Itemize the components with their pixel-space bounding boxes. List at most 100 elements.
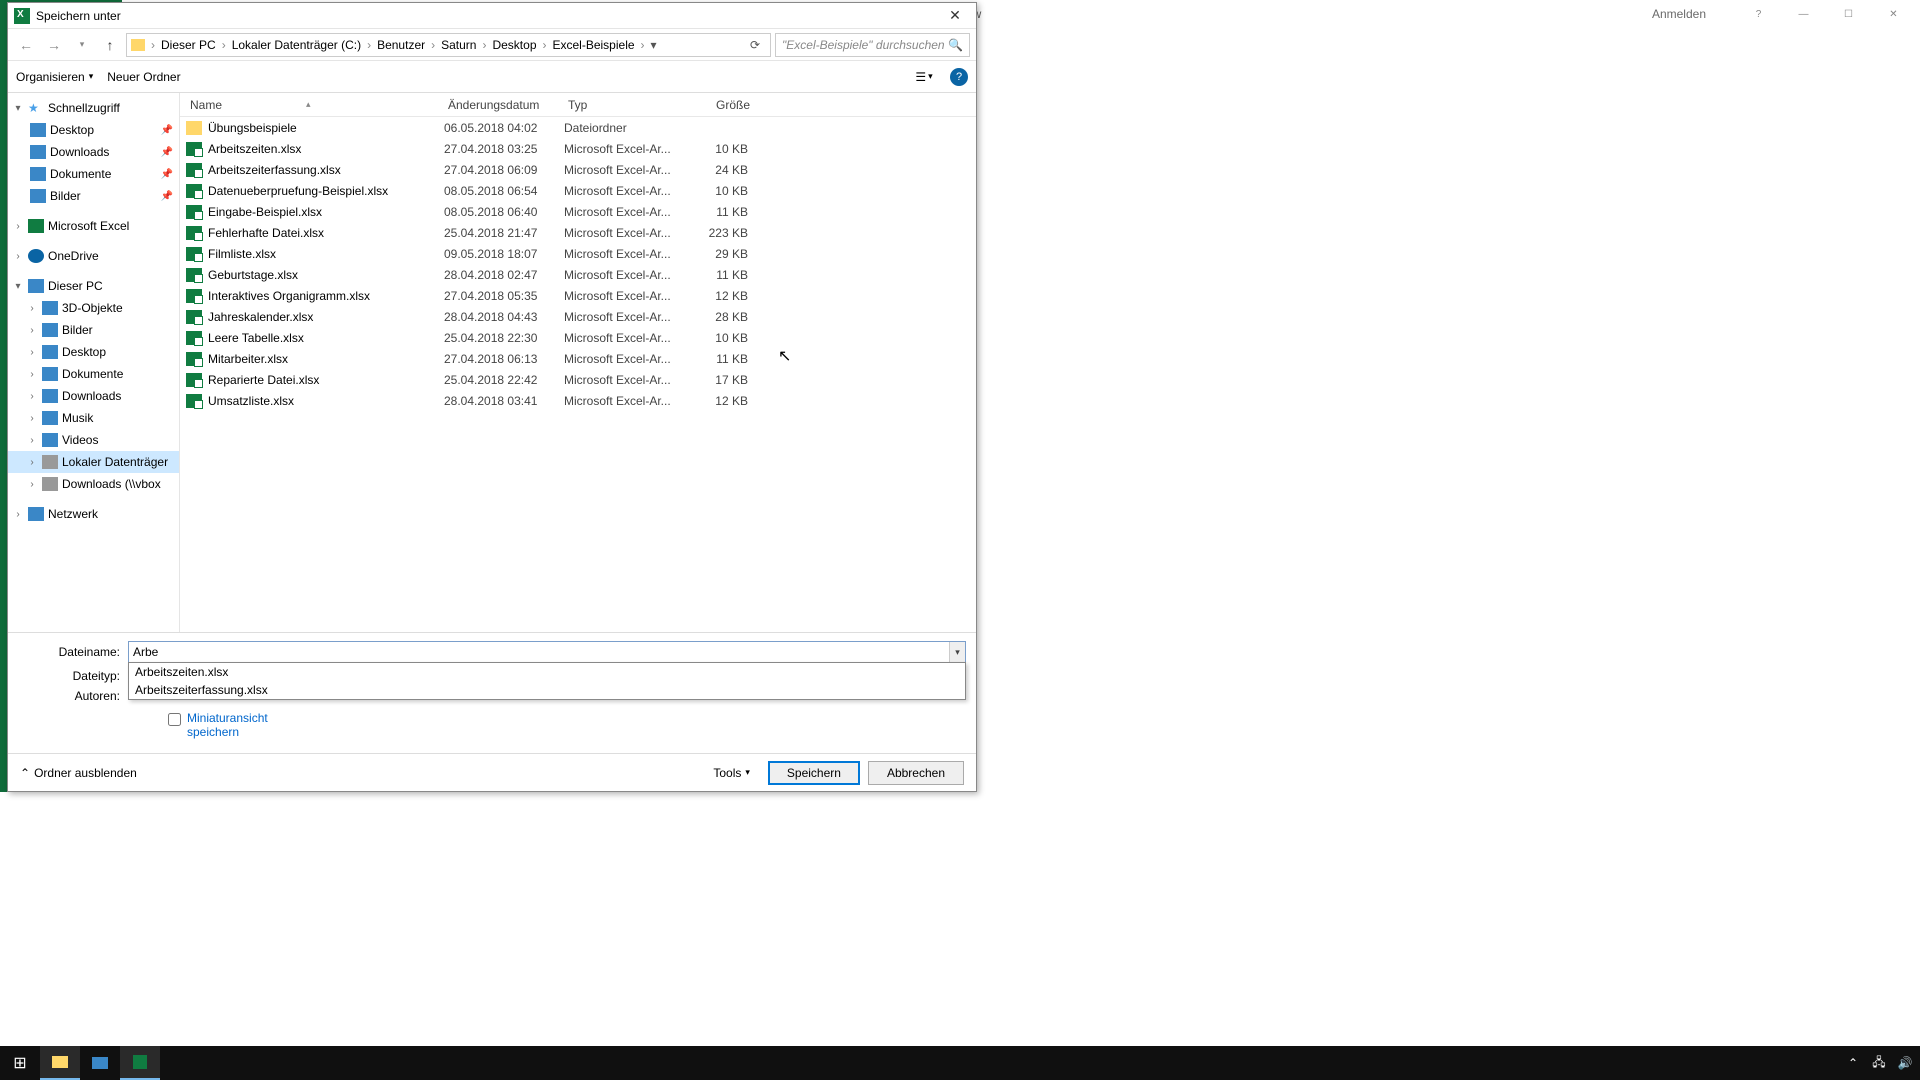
tree-downloads[interactable]: Downloads📌 <box>8 141 179 163</box>
help-icon[interactable]: ? <box>1736 3 1781 25</box>
tray-network-icon[interactable]: 🖧 <box>1868 1053 1890 1074</box>
file-row[interactable]: Leere Tabelle.xlsx25.04.2018 22:30Micros… <box>180 327 976 348</box>
taskbar-app[interactable] <box>80 1046 120 1080</box>
breadcrumb-seg[interactable]: Excel-Beispiele <box>549 38 639 52</box>
chevron-right-icon[interactable]: › <box>220 38 228 52</box>
file-row[interactable]: Arbeitszeiterfassung.xlsx27.04.2018 06:0… <box>180 159 976 180</box>
breadcrumb-seg[interactable]: Desktop <box>488 38 540 52</box>
tools-menu[interactable]: Tools ▾ <box>713 766 750 780</box>
breadcrumb-dropdown[interactable]: ▾ <box>647 38 661 52</box>
file-row[interactable]: Jahreskalender.xlsx28.04.2018 04:43Micro… <box>180 306 976 327</box>
file-row[interactable]: Filmliste.xlsx09.05.2018 18:07Microsoft … <box>180 243 976 264</box>
save-button[interactable]: Speichern <box>768 761 860 785</box>
column-headers[interactable]: Name▴ Änderungsdatum Typ Größe <box>180 93 976 117</box>
view-mode-button[interactable]: ☰ ▾ <box>906 66 942 88</box>
tree-onedrive[interactable]: ›OneDrive <box>8 245 179 267</box>
minimize-icon[interactable]: — <box>1781 3 1826 25</box>
tree-network[interactable]: ›Netzwerk <box>8 503 179 525</box>
chevron-right-icon[interactable]: › <box>639 38 647 52</box>
folder-tree[interactable]: ▾★Schnellzugriff Desktop📌 Downloads📌 Dok… <box>8 93 180 632</box>
breadcrumb-seg[interactable]: Lokaler Datenträger (C:) <box>228 38 365 52</box>
tree-music[interactable]: ›Musik <box>8 407 179 429</box>
file-date: 25.04.2018 21:47 <box>444 226 564 240</box>
breadcrumb-seg[interactable]: Saturn <box>437 38 480 52</box>
taskbar-file-explorer[interactable] <box>40 1046 80 1080</box>
autocomplete-option[interactable]: Arbeitszeiterfassung.xlsx <box>129 681 965 699</box>
tree-desktop[interactable]: Desktop📌 <box>8 119 179 141</box>
chevron-right-icon[interactable]: › <box>365 38 373 52</box>
filename-input[interactable] <box>128 641 966 663</box>
excel-file-icon <box>186 184 202 198</box>
file-row[interactable]: Mitarbeiter.xlsx27.04.2018 06:13Microsof… <box>180 348 976 369</box>
cancel-button[interactable]: Abbrechen <box>868 761 964 785</box>
autocomplete-option[interactable]: Arbeitszeiten.xlsx <box>129 663 965 681</box>
taskbar-excel[interactable] <box>120 1046 160 1080</box>
organize-menu[interactable]: Organisieren ▾ <box>16 70 93 84</box>
tree-pictures2[interactable]: ›Bilder <box>8 319 179 341</box>
start-button[interactable]: ⊞ <box>0 1046 40 1080</box>
tree-quickaccess[interactable]: ▾★Schnellzugriff <box>8 97 179 119</box>
pin-icon: 📌 <box>161 147 173 158</box>
file-row[interactable]: Eingabe-Beispiel.xlsx08.05.2018 06:40Mic… <box>180 201 976 222</box>
tree-vbox[interactable]: ›Downloads (\\vbox <box>8 473 179 495</box>
search-icon[interactable]: 🔍 <box>948 38 963 52</box>
tree-documents2[interactable]: ›Dokumente <box>8 363 179 385</box>
file-row[interactable]: Datenueberpruefung-Beispiel.xlsx08.05.20… <box>180 180 976 201</box>
dialog-body: ▾★Schnellzugriff Desktop📌 Downloads📌 Dok… <box>8 93 976 632</box>
tree-documents[interactable]: Dokumente📌 <box>8 163 179 185</box>
chevron-right-icon[interactable]: › <box>541 38 549 52</box>
system-tray[interactable]: ⌃ 🖧 🔊 <box>1842 1053 1920 1074</box>
signin-link[interactable]: Anmelden <box>1652 7 1706 21</box>
thumbnail-checkbox-label[interactable]: Miniaturansicht speichern <box>187 711 297 739</box>
tree-pictures[interactable]: Bilder📌 <box>8 185 179 207</box>
search-input[interactable]: "Excel-Beispiele" durchsuchen 🔍 <box>775 33 970 57</box>
dialog-close-button[interactable]: ✕ <box>940 6 970 26</box>
col-size[interactable]: Größe <box>684 98 754 112</box>
file-row[interactable]: Geburtstage.xlsx28.04.2018 02:47Microsof… <box>180 264 976 285</box>
sort-asc-icon: ▴ <box>306 99 311 110</box>
file-row[interactable]: Umsatzliste.xlsx28.04.2018 03:41Microsof… <box>180 390 976 411</box>
file-name: Filmliste.xlsx <box>208 247 444 261</box>
breadcrumb[interactable]: › Dieser PC › Lokaler Datenträger (C:) ›… <box>126 33 771 57</box>
chevron-down-icon: ▾ <box>89 71 94 82</box>
close-icon[interactable]: ✕ <box>1871 3 1916 25</box>
col-name[interactable]: Name▴ <box>186 98 444 112</box>
tree-desktop2[interactable]: ›Desktop <box>8 341 179 363</box>
maximize-icon[interactable]: ☐ <box>1826 3 1871 25</box>
thumbnail-checkbox[interactable] <box>168 713 181 726</box>
tree-videos[interactable]: ›Videos <box>8 429 179 451</box>
filename-dropdown-button[interactable]: ▾ <box>949 642 965 662</box>
tree-downloads2[interactable]: ›Downloads <box>8 385 179 407</box>
tree-3dobjects[interactable]: ›3D-Objekte <box>8 297 179 319</box>
forward-button[interactable]: → <box>42 33 66 57</box>
file-row[interactable]: Übungsbeispiele06.05.2018 04:02Dateiordn… <box>180 117 976 138</box>
breadcrumb-seg[interactable]: Dieser PC <box>157 38 220 52</box>
back-button[interactable]: ← <box>14 33 38 57</box>
breadcrumb-seg[interactable]: Benutzer <box>373 38 429 52</box>
refresh-button[interactable]: ⟳ <box>744 38 766 52</box>
new-folder-button[interactable]: Neuer Ordner <box>107 70 180 84</box>
up-button[interactable]: ↑ <box>98 33 122 57</box>
col-date[interactable]: Änderungsdatum <box>444 98 564 112</box>
taskbar[interactable]: ⊞ ⌃ 🖧 🔊 <box>0 1046 1920 1080</box>
file-row[interactable]: Arbeitszeiten.xlsx27.04.2018 03:25Micros… <box>180 138 976 159</box>
filetype-label: Dateityp: <box>18 669 128 683</box>
tree-localdisk[interactable]: ›Lokaler Datenträger <box>8 451 179 473</box>
hide-folders-button[interactable]: ⌃ Ordner ausblenden <box>20 766 137 780</box>
file-row[interactable]: Fehlerhafte Datei.xlsx25.04.2018 21:47Mi… <box>180 222 976 243</box>
tray-volume-icon[interactable]: 🔊 <box>1894 1056 1916 1070</box>
tray-chevron-icon[interactable]: ⌃ <box>1842 1056 1864 1070</box>
chevron-right-icon[interactable]: › <box>429 38 437 52</box>
col-type[interactable]: Typ <box>564 98 684 112</box>
help-button[interactable]: ? <box>950 68 968 86</box>
file-type: Microsoft Excel-Ar... <box>564 289 684 303</box>
recent-dropdown[interactable]: ▾ <box>70 33 94 57</box>
file-row[interactable]: Interaktives Organigramm.xlsx27.04.2018 … <box>180 285 976 306</box>
chevron-right-icon[interactable]: › <box>480 38 488 52</box>
file-list[interactable]: Übungsbeispiele06.05.2018 04:02Dateiordn… <box>180 117 976 632</box>
chevron-right-icon[interactable]: › <box>149 38 157 52</box>
file-row[interactable]: Reparierte Datei.xlsx25.04.2018 22:42Mic… <box>180 369 976 390</box>
tree-thispc[interactable]: ▾Dieser PC <box>8 275 179 297</box>
dialog-title: Speichern unter <box>36 9 940 23</box>
tree-excel[interactable]: ›Microsoft Excel <box>8 215 179 237</box>
